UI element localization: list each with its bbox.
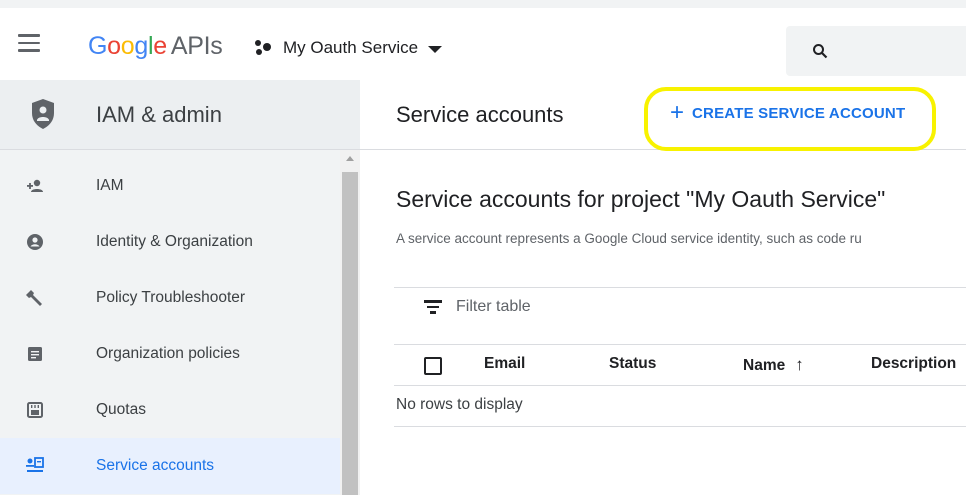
- filter-table-input[interactable]: Filter table: [424, 298, 531, 316]
- column-header-description[interactable]: Description: [871, 355, 956, 373]
- project-selector[interactable]: My Oauth Service: [255, 38, 443, 58]
- section-description: A service account represents a Google Cl…: [396, 231, 862, 246]
- search-icon: [813, 44, 828, 59]
- page-title: Service accounts: [396, 102, 564, 127]
- search-box[interactable]: [786, 26, 966, 76]
- logo-letter: o: [107, 32, 121, 60]
- scroll-up-arrow-icon[interactable]: [346, 156, 354, 161]
- main-content: Service accounts + CREATE SERVICE ACCOUN…: [360, 80, 966, 495]
- google-apis-logo[interactable]: Google APIs: [88, 32, 223, 61]
- menu-icon[interactable]: [18, 34, 40, 52]
- sidebar-item-organization-policies[interactable]: Organization policies: [0, 326, 340, 382]
- account-circle-icon: [27, 234, 43, 250]
- table-top-divider: [394, 287, 966, 288]
- sidebar-item-label: Quotas: [96, 401, 146, 418]
- column-header-name-label: Name: [743, 357, 786, 374]
- sidebar-item-label: Organization policies: [96, 345, 240, 362]
- document-icon: [28, 347, 42, 361]
- select-all-checkbox[interactable]: [424, 357, 442, 375]
- sidebar: IAM & admin IAM Identity & Organization …: [0, 80, 360, 495]
- sidebar-header: IAM & admin: [0, 80, 360, 150]
- column-header-email[interactable]: Email: [484, 355, 525, 373]
- main-header: Service accounts + CREATE SERVICE ACCOUN…: [360, 80, 966, 151]
- dropdown-caret-icon: [428, 45, 443, 53]
- sidebar-item-service-accounts[interactable]: Service accounts: [0, 438, 340, 494]
- filter-divider: [394, 344, 966, 345]
- sidebar-item-identity-organization[interactable]: Identity & Organization: [0, 214, 340, 270]
- sidebar-item-label: Service accounts: [96, 457, 215, 474]
- section-title: Service accounts for project "My Oauth S…: [396, 186, 886, 212]
- sidebar-item-policy-troubleshooter[interactable]: Policy Troubleshooter: [0, 270, 340, 326]
- column-header-status[interactable]: Status: [609, 355, 656, 373]
- header-divider: [394, 385, 966, 386]
- column-header-name[interactable]: Name ↑: [743, 355, 804, 375]
- project-name: My Oauth Service: [283, 38, 419, 57]
- sidebar-item-label: Identity & Organization: [96, 233, 253, 250]
- sidebar-item-label: IAM: [96, 177, 124, 194]
- top-bar: Google APIs My Oauth Service: [0, 0, 966, 80]
- sidebar-item-label: Policy Troubleshooter: [96, 289, 246, 306]
- shield-icon: [32, 99, 54, 129]
- filter-placeholder: Filter table: [456, 298, 531, 315]
- sidebar-item-quotas[interactable]: Quotas: [0, 382, 340, 438]
- person-add-icon: [27, 179, 43, 192]
- sidebar-item-iam[interactable]: IAM: [0, 158, 340, 214]
- logo-letter: o: [120, 32, 135, 60]
- highlight-annotation: [644, 87, 936, 151]
- sort-ascending-icon: ↑: [795, 355, 804, 374]
- sidebar-scrollbar[interactable]: [340, 150, 360, 495]
- logo-letter: g: [134, 32, 148, 60]
- sidebar-title: IAM & admin: [96, 102, 222, 127]
- service-account-icon: [26, 457, 44, 472]
- quota-icon: [27, 402, 43, 418]
- filter-icon: [424, 300, 442, 314]
- scroll-thumb[interactable]: [342, 172, 358, 495]
- project-dots-icon: [255, 38, 273, 58]
- logo-letter: e: [153, 32, 167, 60]
- table-bottom-divider: [394, 426, 966, 427]
- logo-suffix: APIs: [170, 32, 223, 60]
- wrench-icon: [26, 290, 42, 306]
- empty-table-message: No rows to display: [396, 396, 523, 413]
- logo-letter: G: [88, 32, 108, 60]
